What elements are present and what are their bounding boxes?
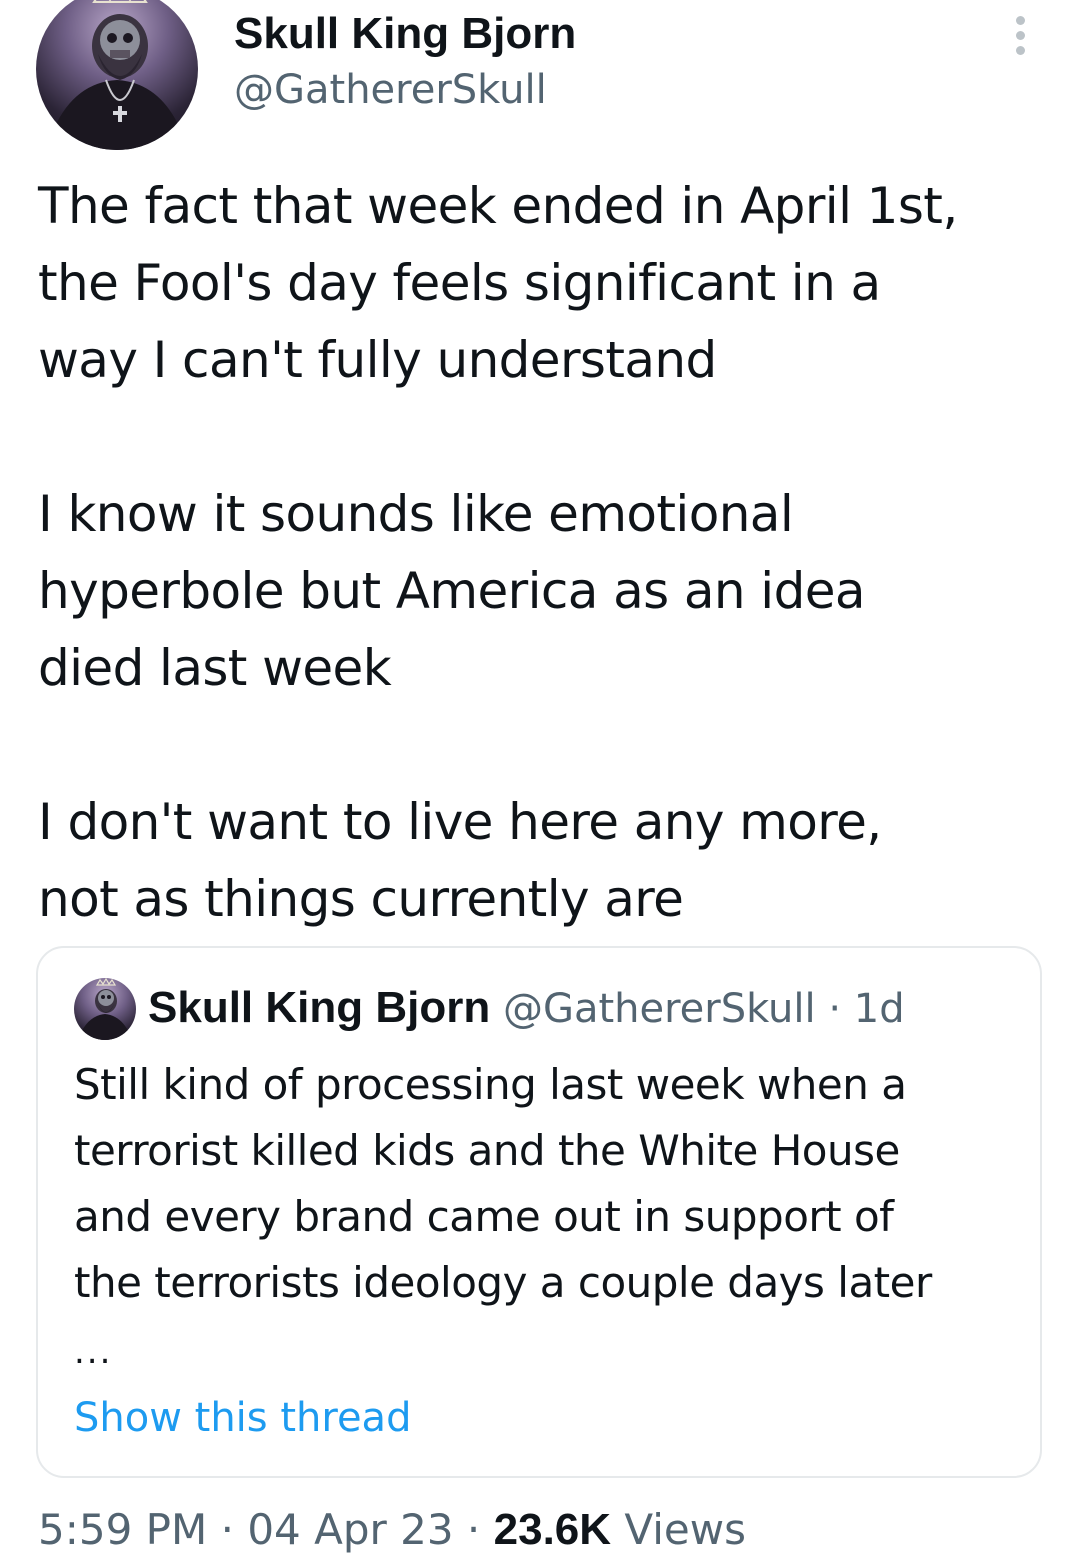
quoted-tweet-time: 1d	[853, 986, 905, 1032]
separator: ·	[220, 1505, 234, 1554]
views-count[interactable]: 23.6K	[494, 1505, 611, 1554]
author-handle[interactable]: @GathererSkull	[234, 66, 547, 114]
tweet-text: The fact that week ended in April 1st, t…	[38, 168, 1048, 938]
quoted-tweet-card[interactable]: Skull King Bjorn @GathererSkull · 1d Sti…	[36, 946, 1042, 1478]
author-avatar[interactable]	[36, 0, 198, 150]
more-options-icon[interactable]	[1000, 10, 1040, 60]
quoted-author-handle: @GathererSkull	[502, 986, 816, 1032]
quoted-author-name: Skull King Bjorn	[148, 983, 491, 1032]
more-dot	[1015, 30, 1025, 40]
more-dot	[1015, 45, 1025, 55]
show-thread-link[interactable]: Show this thread	[74, 1392, 411, 1444]
tweet-paragraph: The fact that week ended in April 1st, t…	[38, 177, 958, 389]
tweet-time[interactable]: 5:59 PM	[38, 1505, 207, 1554]
quoted-tweet-ellipsis: ...	[74, 1332, 113, 1372]
more-dot	[1015, 15, 1025, 25]
quoted-tweet-text: Still kind of processing last week when …	[74, 1060, 932, 1307]
quoted-avatar-image	[78, 978, 132, 1040]
tweet-paragraph: I don't want to live here any more, not …	[38, 793, 882, 928]
separator: ·	[828, 986, 842, 1032]
tweet-paragraph: I know it sounds like emotional hyperbol…	[38, 485, 866, 697]
quoted-tweet-header: Skull King Bjorn @GathererSkull · 1d	[148, 982, 905, 1035]
quoted-author-avatar	[74, 978, 136, 1040]
views-label: Views	[624, 1505, 746, 1554]
tweet: Skull King Bjorn @GathererSkull The fact…	[0, 0, 1080, 1557]
tweet-date[interactable]: 04 Apr 23	[247, 1505, 453, 1554]
avatar-image	[46, 0, 188, 150]
separator: ·	[466, 1505, 481, 1554]
author-display-name[interactable]: Skull King Bjorn	[234, 8, 576, 60]
tweet-meta: 5:59 PM · 04 Apr 23 · 23.6K Views	[38, 1502, 746, 1558]
